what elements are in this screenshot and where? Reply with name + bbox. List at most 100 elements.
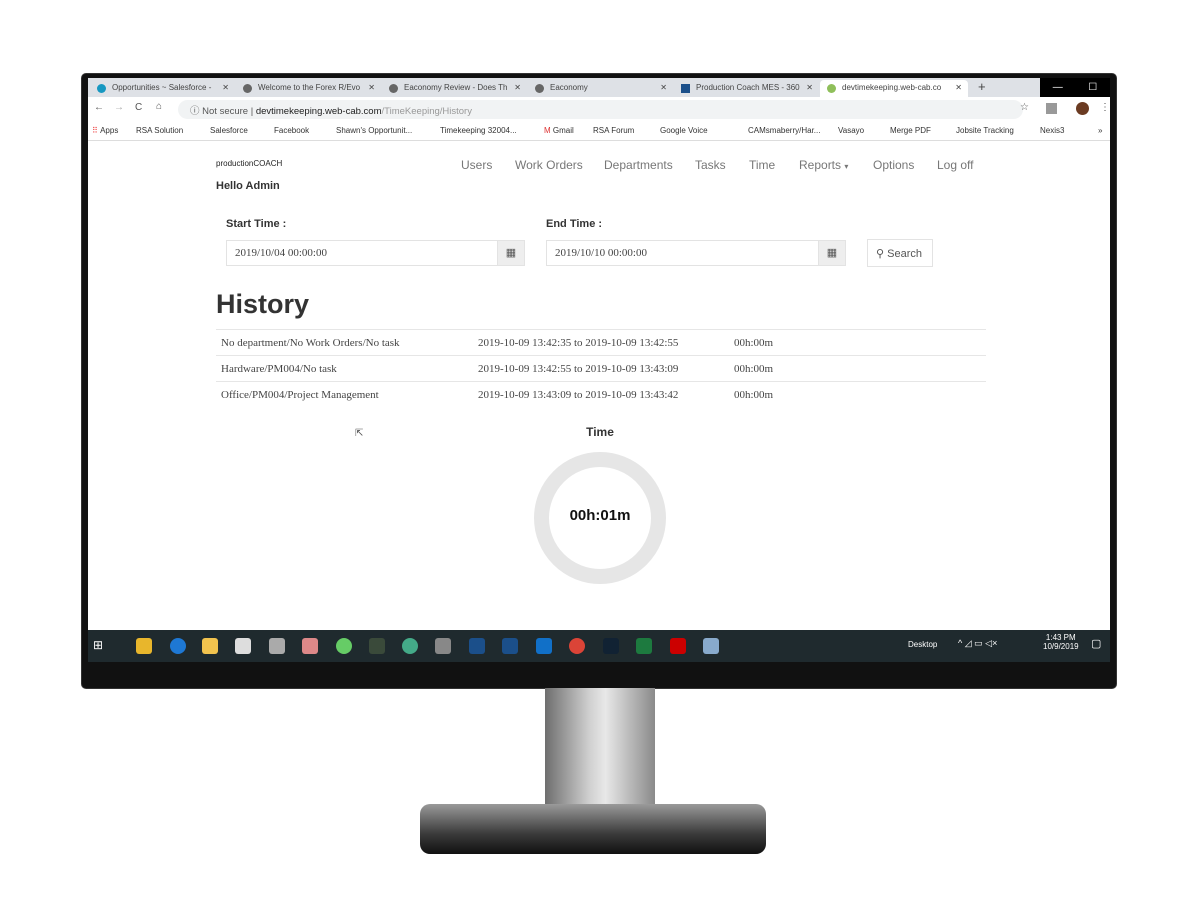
system-tray-icons[interactable]: ^ ◿ ▭ ◁× (958, 638, 997, 649)
bookmark[interactable]: ⠿ Apps (92, 126, 118, 135)
table-row[interactable]: Office/PM004/Project Management 2019-10-0… (216, 381, 986, 407)
browser-tab[interactable]: Eaconomy ✕ (528, 80, 673, 97)
browser-tab[interactable]: Eaconomy Review - Does Th ✕ (382, 80, 527, 97)
nav-departments[interactable]: Departments (604, 158, 673, 172)
notifications-icon[interactable]: ▢ (1091, 637, 1101, 650)
menu-icon[interactable]: ⋮ (1100, 102, 1110, 113)
start-time-input[interactable]: 2019/10/04 00:00:00 (226, 240, 498, 266)
paint-icon[interactable] (302, 638, 318, 654)
reload-button[interactable]: C (135, 102, 142, 113)
browser-tab[interactable]: Welcome to the Forex R/Evo ✕ (236, 80, 381, 97)
close-icon[interactable]: ✕ (514, 83, 521, 92)
app-icon[interactable] (703, 638, 719, 654)
bookmark[interactable]: Google Voice (660, 126, 708, 135)
tab-title: Opportunities ~ Salesforce - (112, 83, 212, 92)
app-icon[interactable] (435, 638, 451, 654)
nav-reports[interactable]: Reports ▾ (799, 158, 848, 172)
app-icon[interactable] (336, 638, 352, 654)
app-icon[interactable] (603, 638, 619, 654)
back-button[interactable]: ← (94, 102, 104, 113)
bookmark[interactable]: Merge PDF (890, 126, 931, 135)
logo[interactable]: productionCOACH (216, 159, 282, 168)
row-range: 2019-10-09 13:42:55 to 2019-10-09 13:43:… (478, 363, 679, 375)
close-icon[interactable]: ✕ (806, 83, 813, 92)
tab-title: Eaconomy Review - Does Th (404, 83, 508, 92)
close-icon[interactable]: ✕ (955, 83, 962, 92)
browser-tab[interactable]: Production Coach MES - 360 ✕ (674, 80, 819, 97)
row-path: No department/No Work Orders/No task (221, 337, 400, 349)
search-button[interactable]: ⚲ Search (867, 239, 933, 267)
row-duration: 00h:00m (734, 389, 774, 401)
app-icon[interactable] (502, 638, 518, 654)
bookmark-label: Jobsite Tracking (956, 126, 1014, 135)
home-button[interactable]: ⌂ (156, 101, 162, 112)
bookmark[interactable]: RSA Forum (593, 126, 634, 135)
timekeeping-icon[interactable] (369, 638, 385, 654)
bookmark[interactable]: Facebook (274, 126, 309, 135)
calendar-icon[interactable]: ▦ (497, 240, 525, 266)
timekeeping-icon (827, 84, 836, 93)
calculator-icon[interactable] (269, 638, 285, 654)
bookmark[interactable]: Timekeeping 32004... (440, 126, 517, 135)
bookmark-label: RSA Forum (593, 126, 635, 135)
url-path: /TimeKeeping/History (381, 106, 472, 117)
forward-button[interactable]: → (114, 102, 124, 113)
minimize-button[interactable]: — (1053, 82, 1063, 93)
bookmark-label: Gmail (552, 126, 574, 135)
bookmark[interactable]: M Gmail (544, 126, 574, 135)
bookmark[interactable]: Vasayo (838, 126, 864, 135)
security-label: Not secure (202, 106, 249, 117)
close-icon[interactable]: ✕ (222, 83, 229, 92)
maximize-button[interactable]: ☐ (1088, 82, 1097, 93)
nav-work-orders[interactable]: Work Orders (515, 158, 583, 172)
file-explorer-icon[interactable] (202, 638, 218, 654)
caret-down-icon: ▾ (844, 162, 849, 171)
tab-title: Welcome to the Forex R/Evo (258, 83, 361, 92)
new-tab-button[interactable]: + (978, 79, 986, 94)
bookmark[interactable]: Nexis3 (1040, 126, 1064, 135)
app-icon[interactable] (469, 638, 485, 654)
cursor-icon: ⇱ (355, 428, 364, 439)
close-icon[interactable]: ✕ (368, 83, 375, 92)
table-row[interactable]: Hardware/PM004/No task 2019-10-09 13:42:5… (216, 355, 986, 381)
chrome-icon[interactable] (569, 638, 585, 654)
acrobat-icon[interactable] (670, 638, 686, 654)
end-time-input[interactable]: 2019/10/10 00:00:00 (546, 240, 819, 266)
close-icon[interactable]: ✕ (660, 83, 667, 92)
desktop-toolbar[interactable]: Desktop (908, 640, 937, 649)
bookmark[interactable]: RSA Solution (136, 126, 183, 135)
nav-time[interactable]: Time (749, 158, 775, 172)
bookmarks-bar: ⠿ Apps RSA Solution Salesforce Facebook … (88, 122, 1110, 141)
app-icon[interactable] (136, 638, 152, 654)
nav-log-off[interactable]: Log off (937, 158, 973, 172)
store-icon[interactable] (235, 638, 251, 654)
nav-tasks[interactable]: Tasks (695, 158, 726, 172)
greeting: Hello Admin (216, 180, 280, 192)
end-time-label: End Time : (546, 218, 603, 230)
more-bookmarks[interactable]: » (1098, 126, 1102, 135)
row-duration: 00h:00m (734, 337, 774, 349)
clock[interactable]: 1:43 PM 10/9/2019 (1043, 633, 1079, 651)
windows-start-icon[interactable]: ⊞ (93, 638, 103, 652)
extension-icon[interactable] (1046, 103, 1057, 114)
row-range: 2019-10-09 13:42:35 to 2019-10-09 13:42:… (478, 337, 679, 349)
star-icon[interactable]: ☆ (1020, 102, 1029, 113)
outlook-icon[interactable] (536, 638, 552, 654)
bookmark[interactable]: Salesforce (210, 126, 248, 135)
browser-tab-active[interactable]: devtimekeeping.web-cab.co ✕ (820, 80, 968, 97)
url-input[interactable]: ⓘ Not secure | devtimekeeping.web-cab.co… (178, 100, 1023, 119)
nav-users[interactable]: Users (461, 158, 492, 172)
avatar[interactable] (1076, 102, 1089, 115)
browser-tab[interactable]: Opportunities ~ Salesforce - ✕ (90, 80, 235, 97)
calendar-icon[interactable]: ▦ (818, 240, 846, 266)
table-row[interactable]: No department/No Work Orders/No task 2019… (216, 329, 986, 355)
bookmark[interactable]: Jobsite Tracking (956, 126, 1014, 135)
edge-icon[interactable] (170, 638, 186, 654)
nav-reports-label: Reports (799, 158, 842, 172)
app-icon[interactable] (402, 638, 418, 654)
monitor-base (420, 804, 766, 854)
bookmark[interactable]: CAMsmaberry/Har... (748, 126, 820, 135)
excel-icon[interactable] (636, 638, 652, 654)
bookmark[interactable]: Shawn's Opportunit... (336, 126, 412, 135)
nav-options[interactable]: Options (873, 158, 914, 172)
